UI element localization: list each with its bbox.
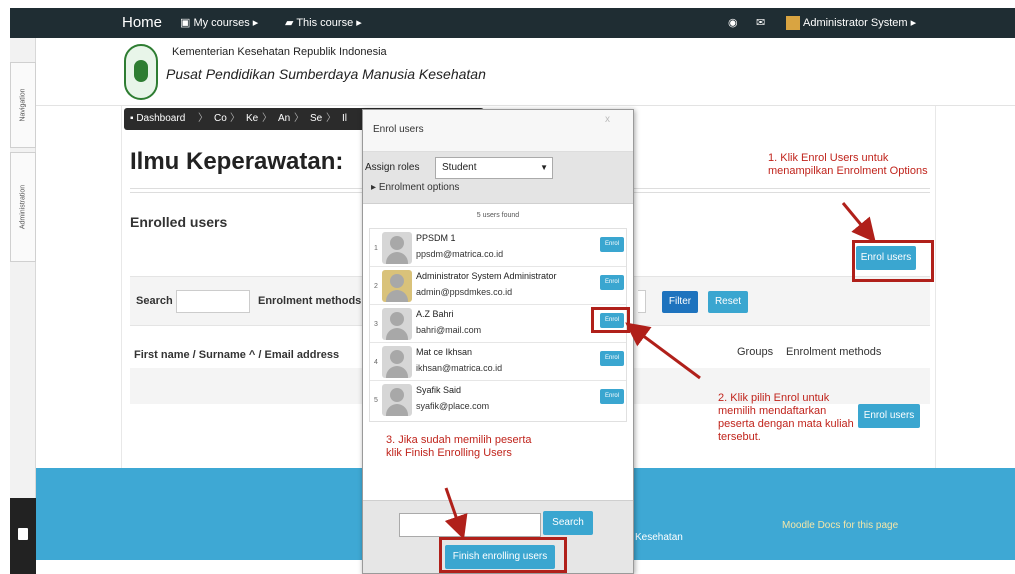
arrow-step2 (625, 322, 701, 380)
arrow-step3 (444, 487, 468, 540)
annotation-arrows (444, 202, 876, 540)
arrow-step1 (841, 202, 876, 243)
app-window: Home ▣ My courses ▸ ▰ This course ▸ ◉ ✉ … (0, 0, 1015, 574)
